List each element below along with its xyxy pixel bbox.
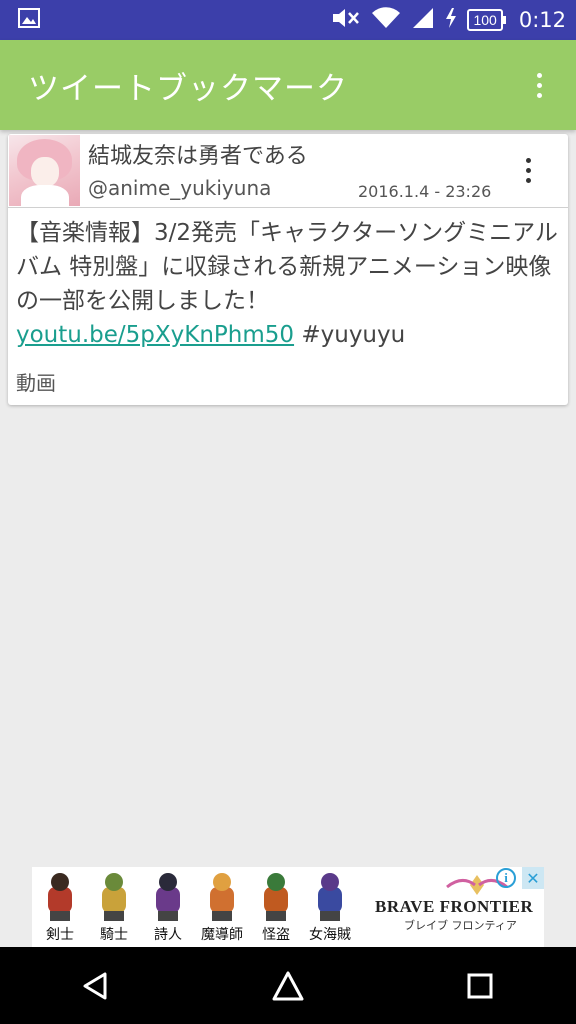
ad-character-label: 女海賊 (309, 927, 351, 943)
ad-character-sprite (254, 871, 298, 923)
charging-icon (445, 7, 457, 34)
ad-character-sprite (38, 871, 82, 923)
ad-character-label: 剣士 (46, 927, 74, 943)
signal-icon (411, 7, 435, 34)
ad-logo-subtitle: ブレイブ フロンティア (404, 919, 517, 932)
recents-button[interactable] (450, 956, 510, 1016)
ad-banner[interactable]: 剣士 騎士 詩人 魔導師 怪盗 女海賊 BRAVE FRONTIER ブレイブ フロンティ… (32, 867, 544, 947)
ad-character-label: 怪盗 (262, 927, 290, 943)
wifi-icon (371, 6, 401, 35)
tweet-header: 結城友奈は勇者である @anime_yukiyuna 2016.1.4 - 23… (8, 134, 568, 208)
back-icon (83, 972, 107, 999)
navigation-bar (0, 947, 576, 1024)
user-name: 結城友奈は勇者である (88, 144, 308, 169)
ad-close-icon[interactable]: ✕ (522, 867, 544, 889)
ad-character-sprite (146, 871, 190, 923)
ad-logo-title: BRAVE FRONTIER (375, 897, 534, 916)
ad-character-label: 詩人 (154, 927, 182, 943)
tweet-link[interactable]: youtu.be/5pXyKnPhm50 (16, 322, 294, 348)
card-menu-icon[interactable] (520, 156, 537, 185)
media-label[interactable]: 動画 (16, 367, 56, 396)
mute-icon (331, 7, 361, 34)
recents-icon (467, 973, 493, 998)
avatar[interactable] (9, 135, 80, 206)
home-button[interactable] (258, 956, 318, 1016)
ad-character-label: 騎士 (100, 927, 128, 943)
battery-level: 100 (467, 9, 507, 31)
ad-info-icon[interactable]: i (496, 868, 516, 888)
overflow-menu-icon[interactable] (529, 69, 550, 102)
status-bar: 100 0:12 (0, 0, 576, 40)
tweet-timestamp: 2016.1.4 - 23:26 (358, 182, 492, 201)
ad-character-sprite (308, 871, 352, 923)
user-handle: @anime_yukiyuna (88, 176, 272, 200)
tweet-hashtag: #yuyuyu (294, 322, 406, 348)
app-bar: ツイートブックマーク (0, 40, 576, 130)
tweet-text: 【音楽情報】3/2発売「キャラクターソングミニアルバム 特別盤」に収録される新規… (16, 216, 562, 352)
home-icon (272, 971, 304, 1000)
ad-character-sprite (200, 871, 244, 923)
ad-character-sprite (92, 871, 136, 923)
app-title: ツイートブックマーク (28, 70, 348, 107)
back-button[interactable] (66, 956, 126, 1016)
tweet-card[interactable]: 結城友奈は勇者である @anime_yukiyuna 2016.1.4 - 23… (8, 134, 568, 405)
clock: 0:12 (518, 8, 566, 32)
image-notification-icon (18, 8, 40, 32)
ad-character-label: 魔導師 (201, 927, 243, 943)
tweet-text-body: 【音楽情報】3/2発売「キャラクターソングミニアルバム 特別盤」に収録される新規… (16, 220, 558, 314)
